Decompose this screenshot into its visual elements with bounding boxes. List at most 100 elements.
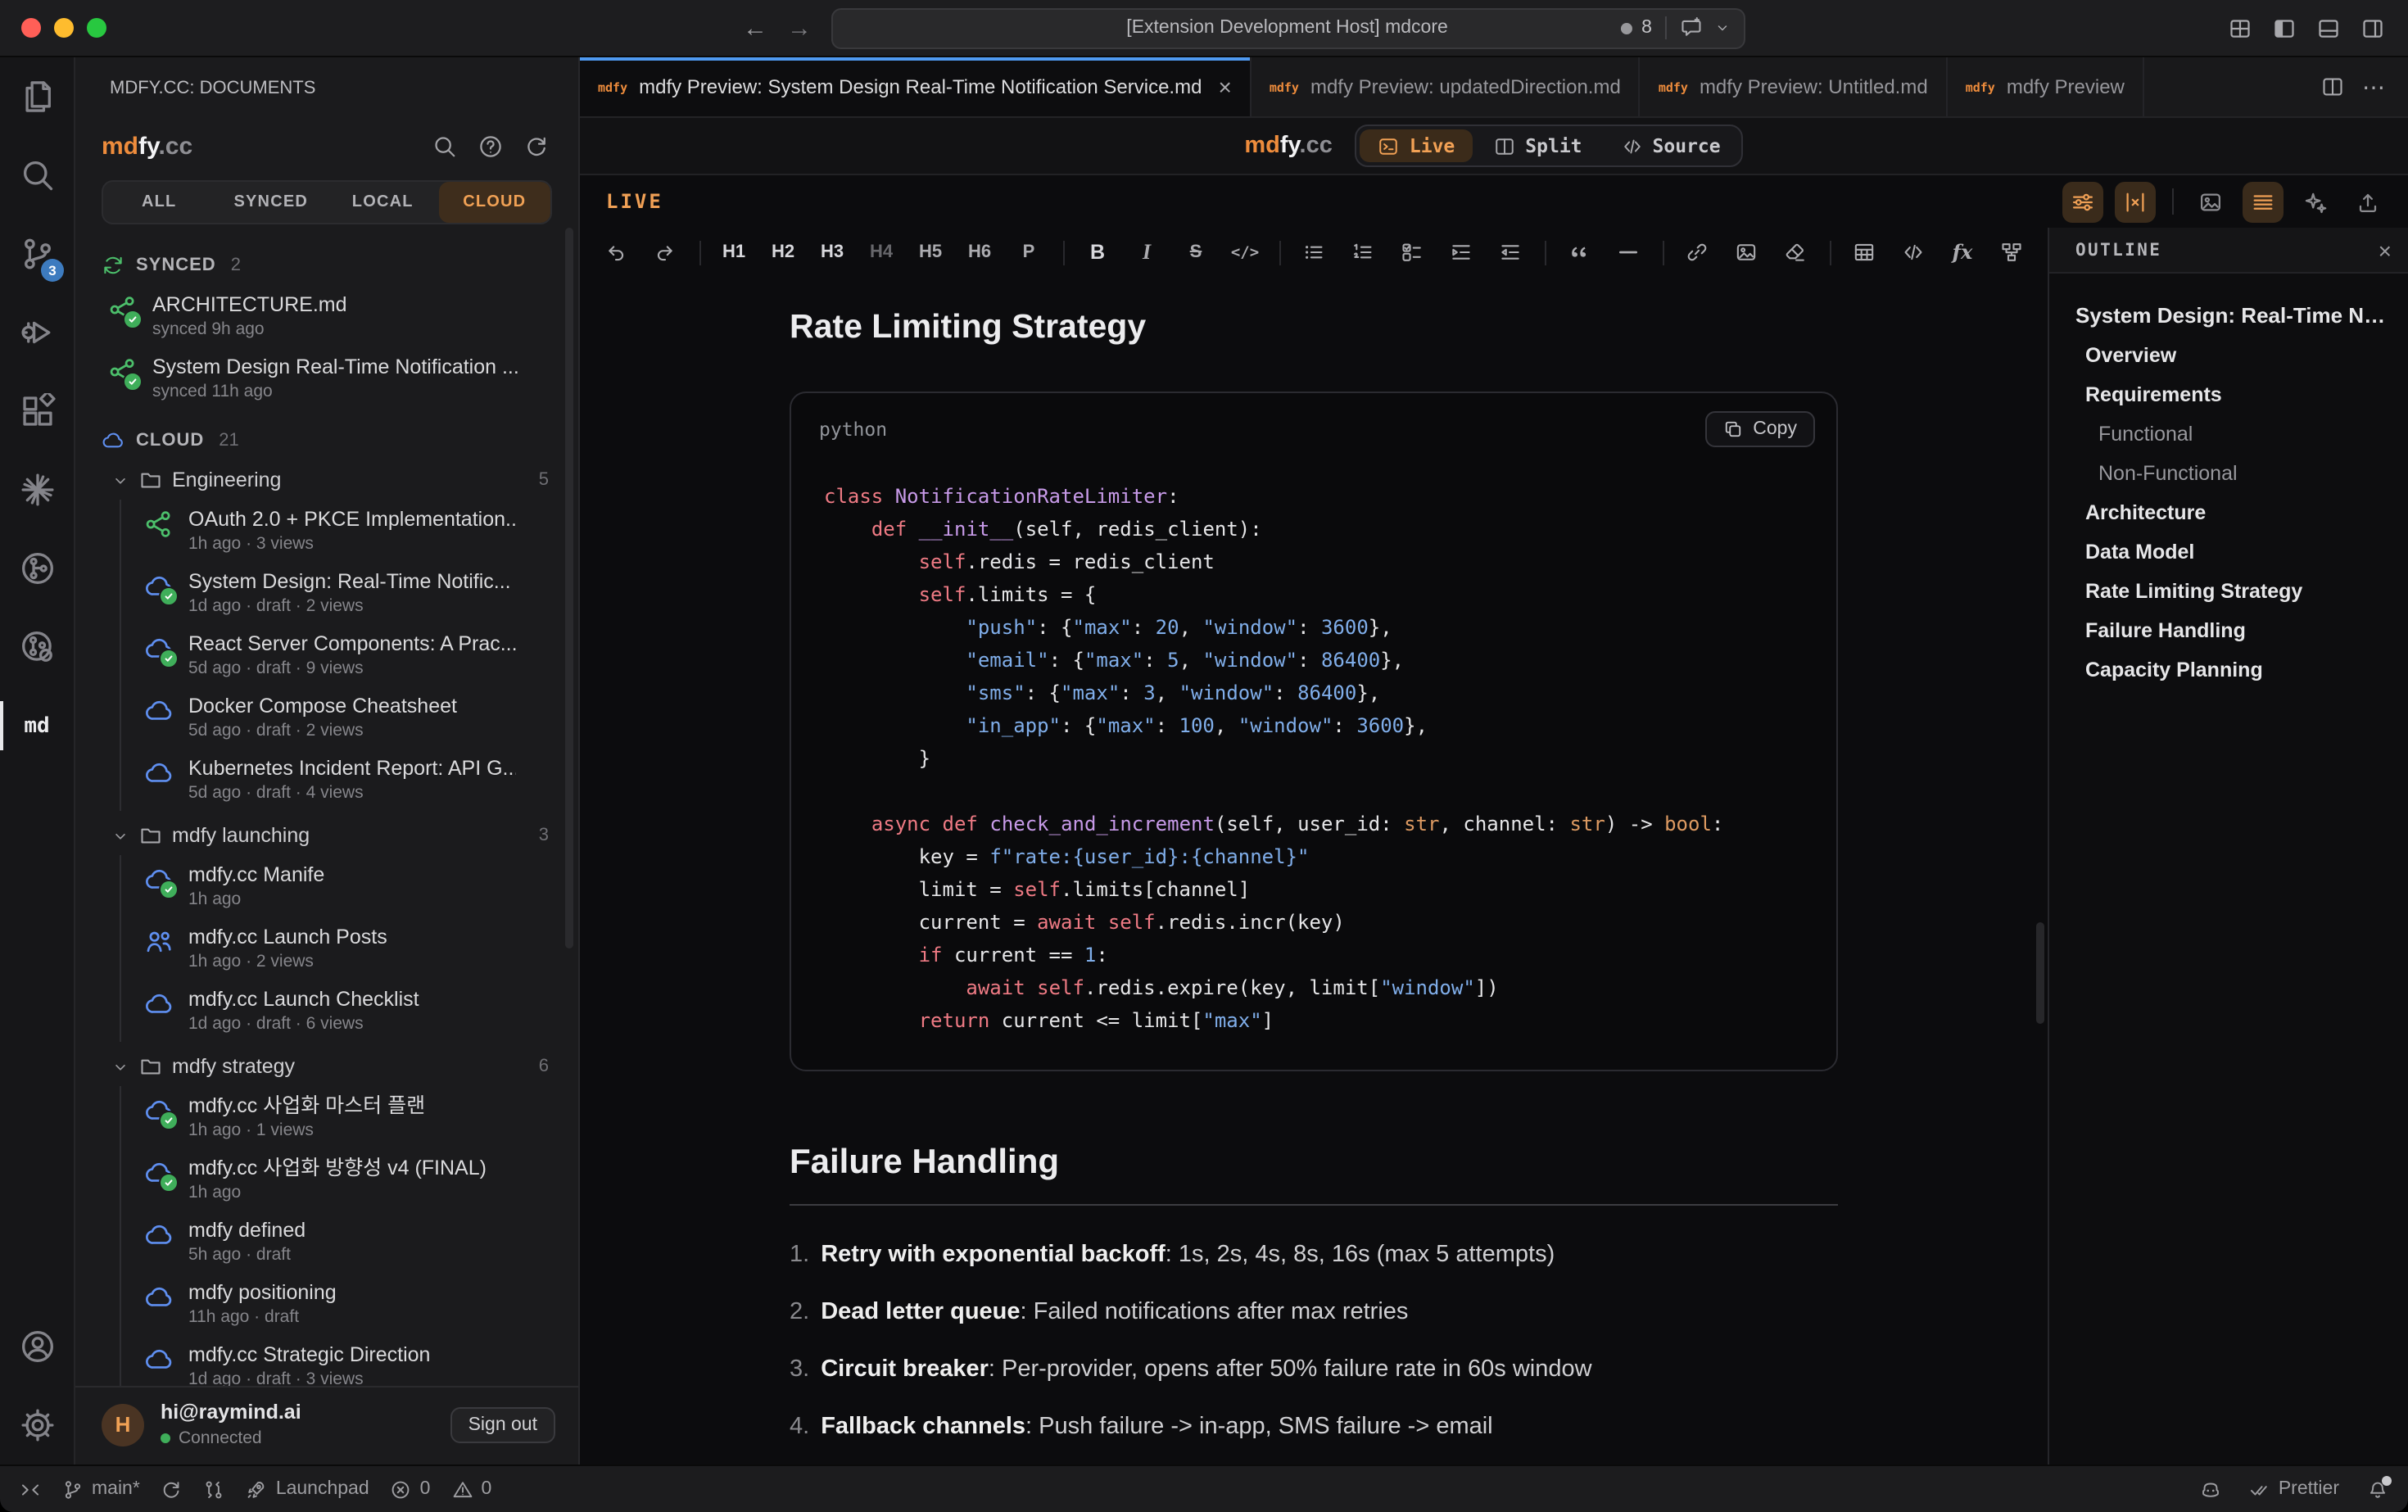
section-cloud[interactable]: CLOUD21 <box>75 419 578 460</box>
document-item[interactable]: Docker Compose Cheatsheet5d ago · draft … <box>121 686 578 749</box>
format-settings-button[interactable] <box>2062 181 2103 222</box>
export-button[interactable] <box>2347 181 2388 222</box>
back-icon[interactable]: ← <box>743 16 767 40</box>
filter-all[interactable]: ALL <box>103 182 215 223</box>
activity-settings[interactable] <box>0 1386 74 1464</box>
undo-button[interactable] <box>594 234 638 270</box>
folder-row[interactable]: mdfy strategy6 <box>75 1047 578 1086</box>
math-button[interactable]: fx <box>1940 234 1985 270</box>
activity-extensions[interactable] <box>0 372 74 450</box>
mode-live-button[interactable]: Live <box>1360 129 1473 162</box>
document-item[interactable]: mdfy.cc 사업화 방향성 v4 (FINAL)1h ago <box>121 1148 578 1211</box>
zoom-button[interactable] <box>87 18 106 38</box>
outline-item[interactable]: Architecture <box>2049 493 2395 532</box>
filter-synced[interactable]: SYNCED <box>215 182 328 223</box>
italic-button[interactable]: I <box>1125 234 1169 270</box>
outline-item[interactable]: Data Model <box>2049 532 2395 572</box>
strikethrough-button[interactable]: S <box>1174 234 1218 270</box>
activity-explorer[interactable] <box>0 57 74 136</box>
status-errors[interactable]: 0 <box>391 1478 431 1500</box>
insert-image-button[interactable] <box>2190 181 2231 222</box>
outline-item[interactable]: Requirements <box>2049 375 2395 414</box>
mode-split-button[interactable]: Split <box>1476 129 1600 162</box>
inline-code-button[interactable]: </> <box>1223 234 1267 270</box>
h2-button[interactable]: H2 <box>761 234 805 270</box>
activity-run-debug[interactable] <box>0 293 74 372</box>
status-compare[interactable] <box>204 1478 225 1500</box>
document-item[interactable]: mdfy.cc Manife1h ago <box>121 855 578 917</box>
diagram-button[interactable] <box>1989 234 2034 270</box>
image-button[interactable] <box>1724 234 1768 270</box>
document-item[interactable]: mdfy positioning11h ago · draft <box>121 1273 578 1335</box>
outline-item[interactable]: System Design: Real-Time N… <box>2049 295 2395 336</box>
status-launchpad[interactable]: Launchpad <box>247 1478 369 1500</box>
close-icon[interactable]: × <box>1218 75 1231 98</box>
clear-formatting-button[interactable] <box>1773 234 1817 270</box>
sign-out-button[interactable]: Sign out <box>450 1406 555 1442</box>
status-warnings[interactable]: 0 <box>451 1478 491 1500</box>
status-git-branch[interactable]: main* <box>62 1478 140 1500</box>
more-actions-icon[interactable]: ⋯ <box>2362 73 2387 101</box>
link-button[interactable] <box>1675 234 1719 270</box>
folder-row[interactable]: Engineering5 <box>75 460 578 500</box>
h3-button[interactable]: H3 <box>810 234 854 270</box>
document-item[interactable]: React Server Components: A Prac...5d ago… <box>121 624 578 686</box>
document-item[interactable]: OAuth 2.0 + PKCE Implementation...1h ago… <box>121 500 578 562</box>
document-item[interactable]: mdfy.cc Launch Checklist1d ago · draft ·… <box>121 980 578 1042</box>
document-item[interactable]: mdfy.cc Launch Posts1h ago · 2 views <box>121 917 578 980</box>
search-icon[interactable] <box>432 134 457 159</box>
ordered-list-button[interactable] <box>1341 234 1385 270</box>
panel-left-icon[interactable] <box>2272 16 2297 40</box>
document-item[interactable]: mdfy.cc Strategic Direction1d ago · draf… <box>121 1335 578 1386</box>
outline-item[interactable]: Functional <box>2049 414 2395 454</box>
markdown-preview[interactable]: Rate Limiting Strategy python Copy class… <box>580 277 2048 1464</box>
close-icon[interactable]: × <box>2379 238 2392 261</box>
editor-tab[interactable]: mdfymdfy Preview: System Design Real-Tim… <box>580 57 1252 116</box>
section-synced[interactable]: SYNCED2 <box>75 244 578 285</box>
outline-item[interactable]: Rate Limiting Strategy <box>2049 572 2395 611</box>
spacing-button[interactable] <box>2115 181 2156 222</box>
document-item[interactable]: System Design: Real-Time Notific...1d ag… <box>121 562 578 624</box>
redo-button[interactable] <box>643 234 687 270</box>
h5-button[interactable]: H5 <box>908 234 953 270</box>
activity-source-control[interactable]: 3 <box>0 215 74 293</box>
editor-tab[interactable]: mdfymdfy Preview: updatedDirection.md <box>1252 57 1641 116</box>
activity-mdfy[interactable]: md <box>0 686 74 765</box>
document-item[interactable]: mdfy.cc 사업화 마스터 플랜1h ago · 1 views <box>121 1086 578 1148</box>
minimize-button[interactable] <box>54 18 74 38</box>
chat-icon[interactable] <box>1680 16 1703 39</box>
mode-source-button[interactable]: Source <box>1604 129 1739 162</box>
status-prettier[interactable]: Prettier <box>2249 1478 2339 1500</box>
bullet-list-button[interactable] <box>1292 234 1336 270</box>
outline-item[interactable]: Failure Handling <box>2049 611 2395 650</box>
copy-button[interactable]: Copy <box>1705 411 1815 447</box>
activity-accounts[interactable] <box>0 1307 74 1386</box>
ai-sparkles-button[interactable] <box>2295 181 2336 222</box>
task-list-button[interactable] <box>1390 234 1434 270</box>
document-item[interactable]: ARCHITECTURE.mdsynced 9h ago <box>75 285 578 347</box>
bold-button[interactable]: B <box>1075 234 1120 270</box>
editor-tab[interactable]: mdfymdfy Preview <box>1948 57 2144 116</box>
activity-git-graph-search[interactable] <box>0 608 74 686</box>
indent-button[interactable] <box>1439 234 1483 270</box>
split-editor-icon[interactable] <box>2321 75 2344 98</box>
outline-item[interactable]: Capacity Planning <box>2049 650 2395 690</box>
activity-starburst[interactable] <box>0 450 74 529</box>
status-notifications[interactable] <box>2367 1478 2388 1500</box>
filter-local[interactable]: LOCAL <box>327 182 439 223</box>
layout-grid-icon[interactable] <box>2228 16 2252 40</box>
blockquote-button[interactable] <box>1557 234 1601 270</box>
table-button[interactable] <box>1842 234 1886 270</box>
align-justify-button[interactable] <box>2243 181 2284 222</box>
activity-search[interactable] <box>0 136 74 215</box>
command-center[interactable]: [Extension Development Host] mdcore 8 <box>831 7 1745 48</box>
horizontal-rule-button[interactable] <box>1606 234 1650 270</box>
h6-button[interactable]: H6 <box>957 234 1002 270</box>
status-sync[interactable] <box>161 1478 183 1500</box>
outdent-button[interactable] <box>1488 234 1532 270</box>
editor-scrollbar[interactable] <box>2036 922 2044 1024</box>
paragraph-button[interactable]: P <box>1007 234 1051 270</box>
folder-row[interactable]: mdfy launching3 <box>75 816 578 855</box>
status-remote[interactable] <box>20 1478 41 1500</box>
filter-cloud[interactable]: CLOUD <box>439 182 551 223</box>
